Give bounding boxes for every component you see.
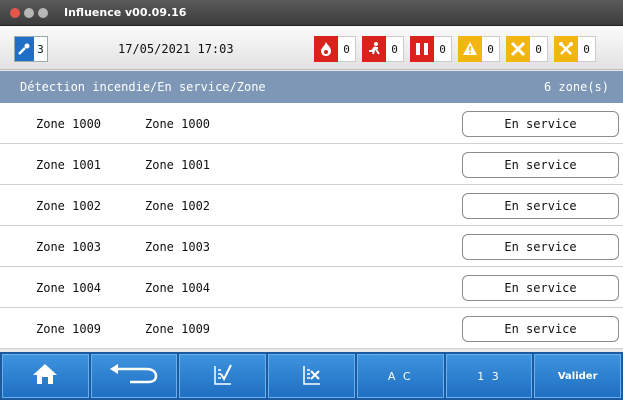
zone-name: Zone 1009 <box>145 322 211 336</box>
search-alphabetic-button[interactable]: A C <box>356 354 444 398</box>
fault-cross-icon <box>506 36 530 62</box>
home-button[interactable] <box>2 354 89 398</box>
zone-id: Zone 1009 <box>36 322 102 336</box>
key-icon <box>15 37 34 61</box>
warning-count: 0 <box>482 36 500 62</box>
zone-state-button[interactable]: En service <box>462 316 619 342</box>
select-all-button[interactable] <box>179 354 267 398</box>
zone-count: 6 zone(s) <box>543 80 609 94</box>
door-icon <box>410 36 434 62</box>
fire-alarm-counter[interactable]: 0 <box>314 36 356 62</box>
access-level-value: 3 <box>33 37 47 61</box>
fire-count: 0 <box>338 36 356 62</box>
date-time: 17/05/2021 17:03 <box>118 42 234 56</box>
zone-name: Zone 1002 <box>145 199 211 213</box>
zone-state-button[interactable]: En service <box>462 193 619 219</box>
warning-icon <box>458 36 482 62</box>
zone-id: Zone 1000 <box>36 117 102 131</box>
home-icon <box>31 362 59 391</box>
maintenance-counter[interactable]: 0 <box>554 36 596 62</box>
zone-name: Zone 1001 <box>145 158 211 172</box>
fault-counter[interactable]: 0 <box>506 36 548 62</box>
zone-name: Zone 1000 <box>145 117 211 131</box>
zone-state-button[interactable]: En service <box>462 152 619 178</box>
zone-state-button[interactable]: En service <box>462 111 619 137</box>
evacuation-counter[interactable]: 0 <box>362 36 404 62</box>
list-item[interactable]: Zone 1002 Zone 1002 En service <box>0 185 623 226</box>
deselect-all-button[interactable] <box>268 354 355 398</box>
search-numeric-label: 1 3 <box>477 369 501 383</box>
status-header: 3 17/05/2021 17:03 0 0 0 0 0 0 <box>0 26 623 70</box>
zone-state-button[interactable]: En service <box>462 234 619 260</box>
zone-list: Zone 1000 Zone 1000 En service Zone 1001… <box>0 103 623 349</box>
zone-id: Zone 1003 <box>36 240 102 254</box>
back-arrow-icon <box>108 363 160 390</box>
breadcrumb: Détection incendie/En service/Zone 6 zon… <box>0 71 623 103</box>
search-numeric-button[interactable]: 1 3 <box>445 354 533 398</box>
window-title: Influence v00.09.16 <box>64 6 187 19</box>
back-button[interactable] <box>90 354 178 398</box>
list-item[interactable]: Zone 1000 Zone 1000 En service <box>0 103 623 144</box>
fault-count: 0 <box>530 36 548 62</box>
fire-icon <box>314 36 338 62</box>
door-count: 0 <box>434 36 452 62</box>
list-item[interactable]: Zone 1001 Zone 1001 En service <box>0 144 623 185</box>
breadcrumb-path: Détection incendie/En service/Zone <box>20 80 266 94</box>
zone-id: Zone 1002 <box>36 199 102 213</box>
evacuation-icon <box>362 36 386 62</box>
warning-counter[interactable]: 0 <box>458 36 500 62</box>
validate-label: Valider <box>557 370 598 382</box>
check-list-icon <box>212 362 234 391</box>
list-item[interactable]: Zone 1004 Zone 1004 En service <box>0 267 623 308</box>
maximize-window-button[interactable] <box>38 8 48 18</box>
close-window-button[interactable] <box>10 8 20 18</box>
zone-name: Zone 1004 <box>145 281 211 295</box>
validate-button[interactable]: Valider <box>534 354 622 398</box>
access-level-indicator[interactable]: 3 <box>14 36 48 62</box>
zone-id: Zone 1004 <box>36 281 102 295</box>
zone-id: Zone 1001 <box>36 158 102 172</box>
maintenance-tools-icon <box>554 36 578 62</box>
list-item[interactable]: Zone 1003 Zone 1003 En service <box>0 226 623 267</box>
list-item[interactable]: Zone 1009 Zone 1009 En service <box>0 308 623 349</box>
maintenance-count: 0 <box>578 36 596 62</box>
evacuation-count: 0 <box>386 36 404 62</box>
zone-state-button[interactable]: En service <box>462 275 619 301</box>
minimize-window-button[interactable] <box>24 8 34 18</box>
zone-name: Zone 1003 <box>145 240 211 254</box>
window-titlebar: Influence v00.09.16 <box>0 0 623 26</box>
search-alphabetic-label: A C <box>387 369 413 383</box>
uncheck-list-icon <box>301 362 323 391</box>
bottom-toolbar: A C 1 3 Valider <box>0 352 623 400</box>
door-counter[interactable]: 0 <box>410 36 452 62</box>
